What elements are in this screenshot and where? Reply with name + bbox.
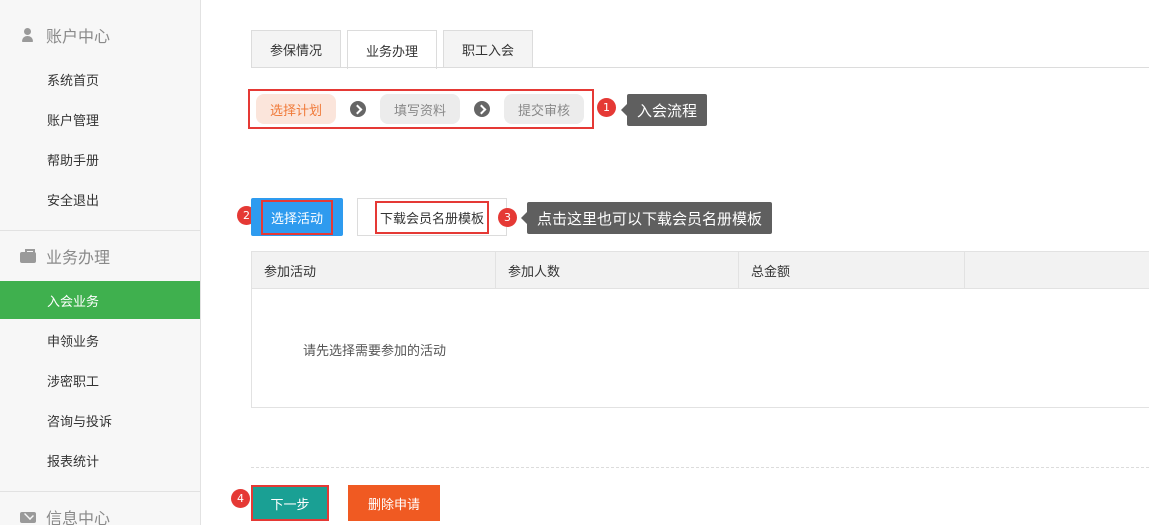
annotation-badge-4: 4 <box>231 489 250 508</box>
arrow-right-icon <box>474 101 491 117</box>
sidebar-item-help[interactable]: 帮助手册 <box>0 140 200 178</box>
sidebar-item-home[interactable]: 系统首页 <box>0 60 200 98</box>
flow-steps: 选择计划 填写资料 提交审核 <box>248 89 594 129</box>
sidebar-section-title: 账户中心 <box>46 27 111 46</box>
tab-business[interactable]: 业务办理 <box>347 30 438 69</box>
select-activity-button[interactable]: 选择活动 <box>251 198 343 236</box>
tab-insurance[interactable]: 参保情况 <box>251 30 342 68</box>
annotation-tip-flow: 入会流程 <box>620 94 708 126</box>
empty-state-text: 请先选择需要参加的活动 <box>303 344 447 359</box>
column-header-amount: 总金额 <box>739 252 965 288</box>
column-header-activity: 参加活动 <box>252 252 496 288</box>
tab-underline <box>251 67 1149 68</box>
annotation-badge-1: 1 <box>597 98 616 117</box>
sidebar-section-info: 信息中心 <box>0 502 200 525</box>
briefcase-icon <box>20 248 36 264</box>
sidebar-item-claims[interactable]: 申领业务 <box>0 321 200 359</box>
sidebar-item-classified-staff[interactable]: 涉密职工 <box>0 361 200 399</box>
arrow-right-icon <box>350 101 367 117</box>
delete-application-button[interactable]: 删除申请 <box>348 485 440 521</box>
user-icon <box>20 27 36 43</box>
sidebar-divider <box>0 491 200 492</box>
table-header: 参加活动 参加人数 总金额 <box>252 252 1149 289</box>
tab-staff-join[interactable]: 职工入会 <box>443 30 534 68</box>
sidebar-item-reports[interactable]: 报表统计 <box>0 441 200 479</box>
sidebar: 账户中心 系统首页 账户管理 帮助手册 安全退出 业务办理 入会业务 申领业务 … <box>0 0 201 525</box>
annotation-tip-download: 点击这里也可以下载会员名册模板 <box>520 202 773 234</box>
download-template-button[interactable]: 下载会员名册模板 <box>357 198 507 236</box>
envelope-icon <box>20 509 36 525</box>
select-activity-label: 选择活动 <box>260 199 333 235</box>
step-select-plan: 选择计划 <box>256 94 337 124</box>
sidebar-item-account[interactable]: 账户管理 <box>0 100 200 138</box>
column-header-count: 参加人数 <box>496 252 739 288</box>
activity-table: 参加活动 参加人数 总金额 请先选择需要参加的活动 <box>251 251 1149 408</box>
sidebar-divider <box>0 230 200 231</box>
sidebar-section-business: 业务办理 <box>0 241 200 271</box>
sidebar-item-consult-complaint[interactable]: 咨询与投诉 <box>0 401 200 439</box>
column-header-actions <box>965 252 1148 288</box>
sidebar-item-membership[interactable]: 入会业务 <box>0 281 200 319</box>
step-submit-review: 提交审核 <box>504 94 585 124</box>
download-template-label: 下载会员名册模板 <box>374 200 489 234</box>
sidebar-section-title: 信息中心 <box>46 509 111 525</box>
sidebar-section-account: 账户中心 <box>0 20 200 50</box>
sidebar-section-title: 业务办理 <box>46 248 111 267</box>
tab-bar: 参保情况 业务办理 职工入会 <box>251 30 539 69</box>
next-step-button[interactable]: 下一步 <box>251 485 329 521</box>
step-fill-info: 填写资料 <box>380 94 461 124</box>
annotation-badge-3: 3 <box>498 208 517 227</box>
sidebar-item-logout[interactable]: 安全退出 <box>0 180 200 218</box>
footer-divider <box>251 467 1149 468</box>
